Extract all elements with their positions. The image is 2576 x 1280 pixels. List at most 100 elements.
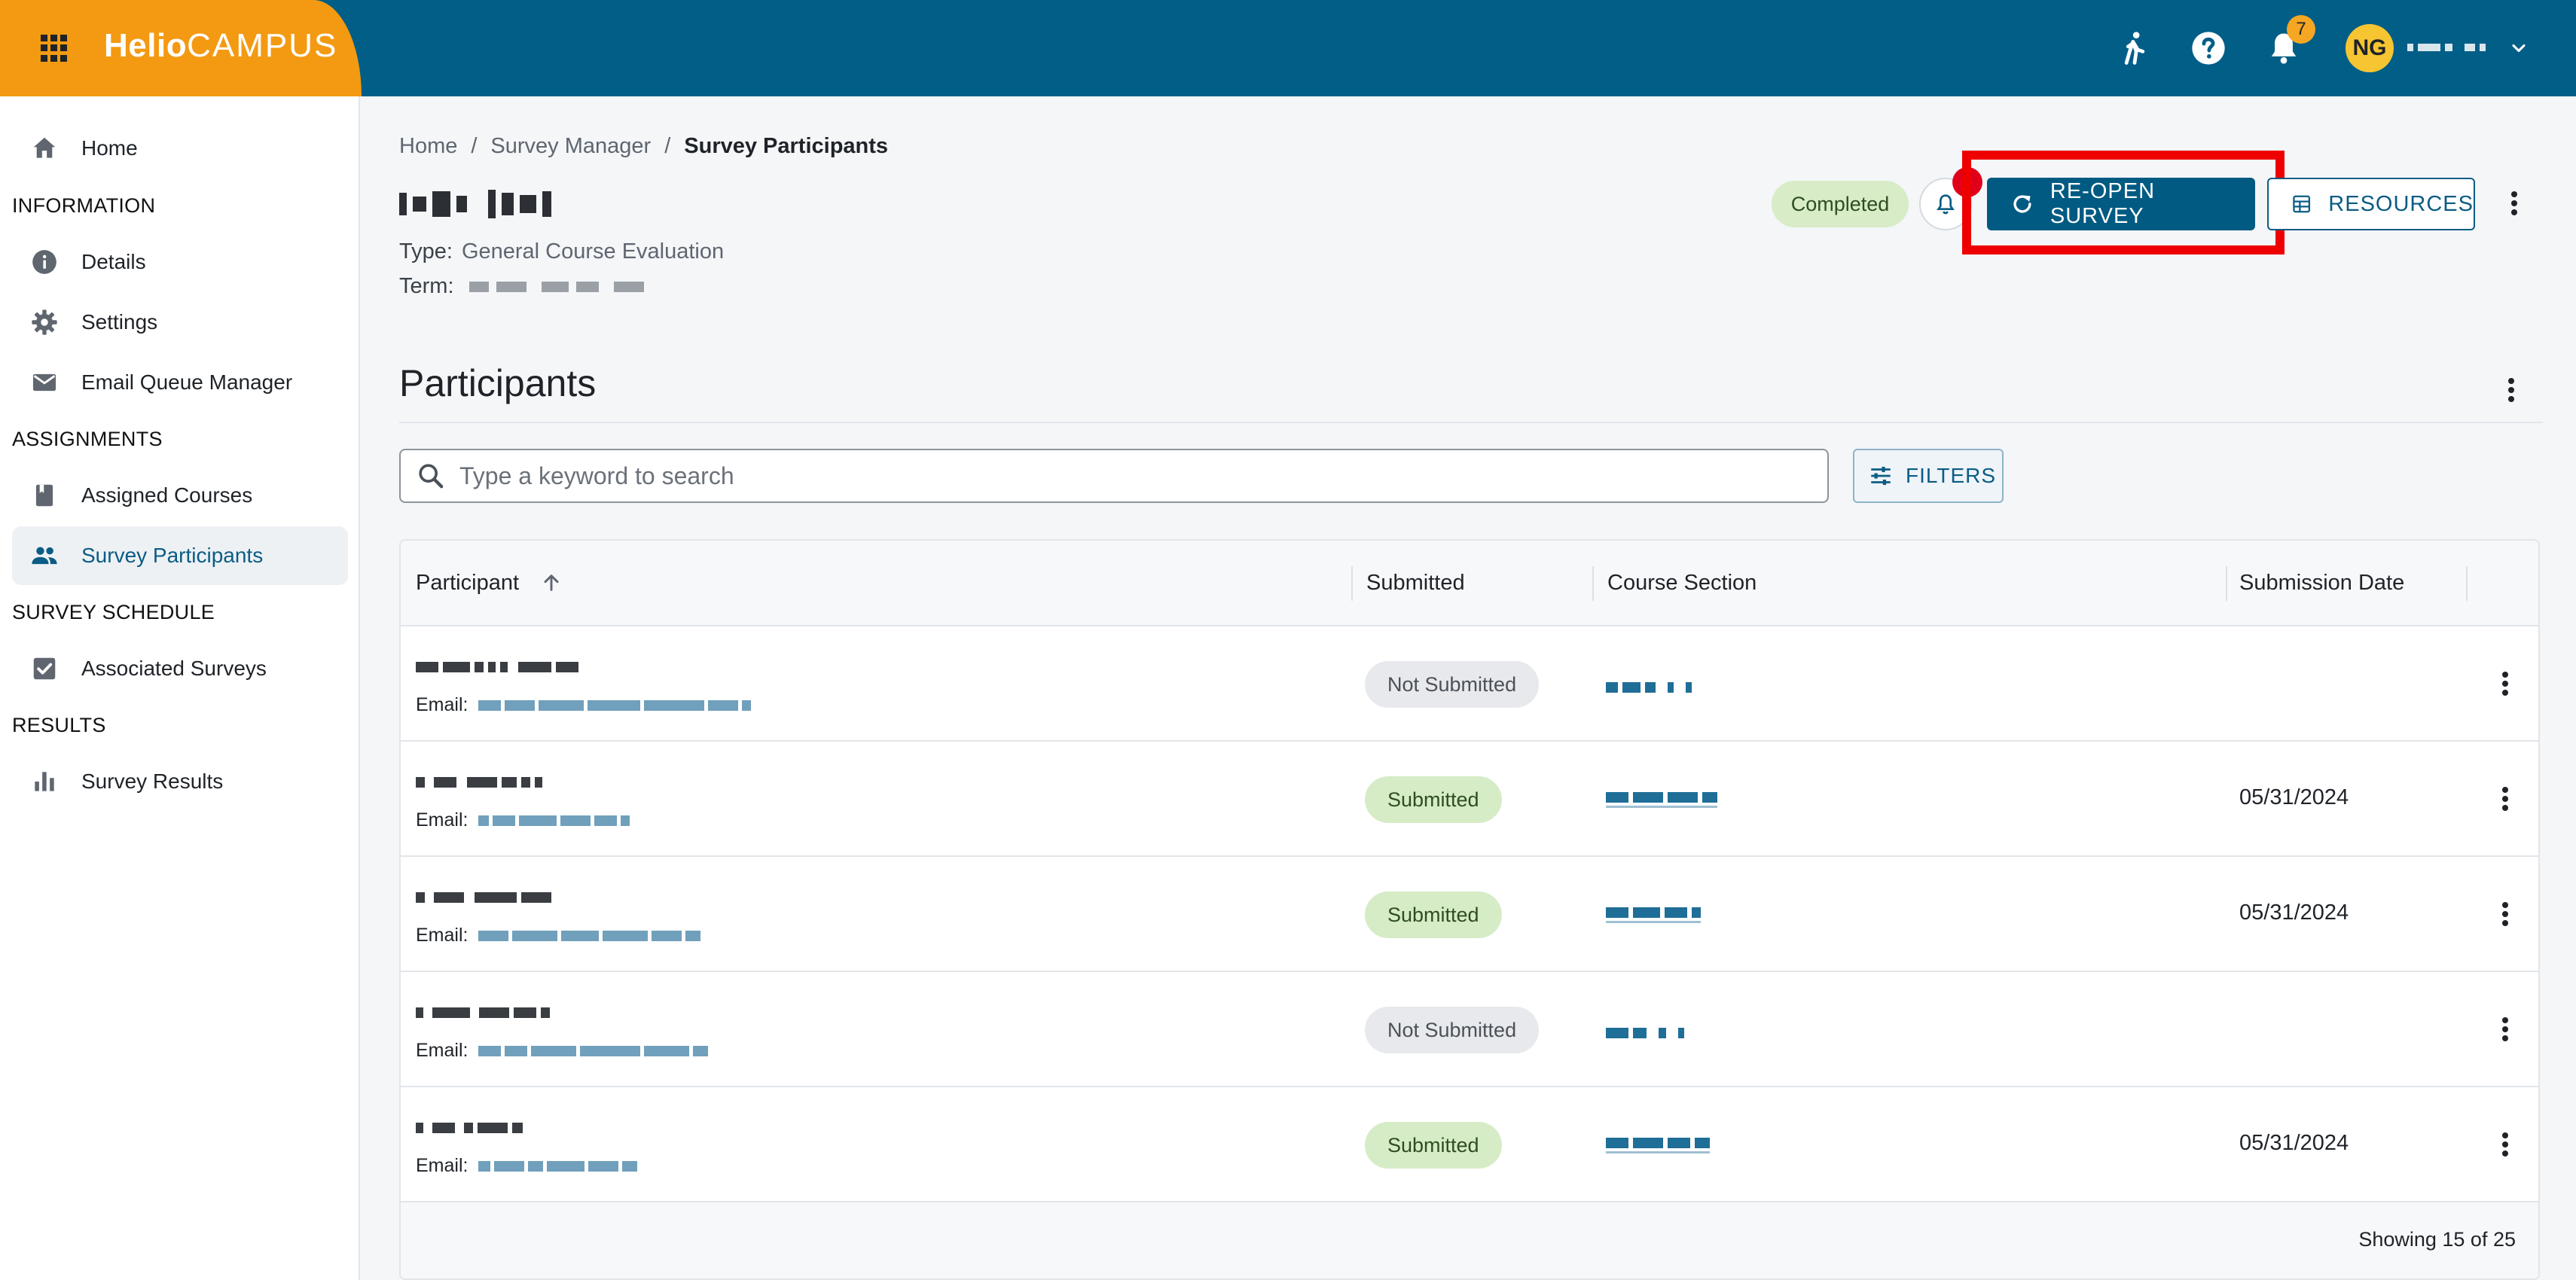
resources-button[interactable]: RESOURCES xyxy=(2267,178,2475,230)
sidebar-item-email-queue-manager[interactable]: Email Queue Manager xyxy=(12,353,348,412)
participant-name xyxy=(416,888,551,907)
refresh-icon xyxy=(2013,195,2031,213)
course-section-link[interactable] xyxy=(1606,788,1717,808)
submission-date: 05/31/2024 xyxy=(2239,1131,2349,1155)
brand-area: HelioCAMPUS xyxy=(0,0,362,96)
survey-term-label: Term: xyxy=(399,274,454,298)
walking-person-icon[interactable] xyxy=(2115,29,2154,68)
reopen-survey-button[interactable]: RE-OPEN SURVEY xyxy=(1987,178,2255,230)
survey-term-value xyxy=(469,282,644,293)
sidebar-item-survey-participants[interactable]: Survey Participants xyxy=(12,526,348,585)
people-icon xyxy=(32,547,57,565)
home-icon xyxy=(33,137,56,158)
apps-grid-icon[interactable] xyxy=(41,35,68,62)
chevron-down-icon[interactable] xyxy=(2508,38,2529,59)
participant-name xyxy=(416,773,542,791)
column-header-course-section[interactable]: Course Section xyxy=(1607,571,1757,596)
participant-email: Email: xyxy=(416,925,701,946)
sidebar-item-assigned-courses[interactable]: Assigned Courses xyxy=(12,466,348,525)
sidebar-item-home[interactable]: Home xyxy=(12,119,348,178)
survey-type-label: Type: xyxy=(399,239,453,264)
sidebar-item-label: Associated Surveys xyxy=(81,657,267,680)
row-more-options-kebab-icon[interactable] xyxy=(2490,899,2520,929)
submission-status-badge: Not Submitted xyxy=(1365,661,1540,708)
breadcrumb-home[interactable]: Home xyxy=(399,134,457,159)
email-label: Email: xyxy=(416,809,469,830)
sidebar-item-label: Survey Results xyxy=(81,770,224,793)
brand-name-bold: Helio xyxy=(104,27,188,64)
course-section-link[interactable] xyxy=(1606,1134,1710,1154)
brand-logo[interactable]: HelioCAMPUS xyxy=(104,27,337,65)
participants-title: Participants xyxy=(399,362,597,404)
row-more-options-kebab-icon[interactable] xyxy=(2490,1014,2520,1044)
email-value[interactable] xyxy=(478,930,701,941)
arrow-up-icon[interactable] xyxy=(539,571,563,595)
column-separator[interactable] xyxy=(1351,566,1353,601)
table-row: Email: Not Submitted xyxy=(401,972,2538,1087)
resources-icon xyxy=(2293,195,2311,213)
column-header-submission-date[interactable]: Submission Date xyxy=(2239,571,2404,596)
top-bar: HelioCAMPUS 7 NG xyxy=(0,0,2576,96)
breadcrumb-current: Survey Participants xyxy=(684,134,889,158)
course-section-link[interactable] xyxy=(1606,904,1701,923)
email-value[interactable] xyxy=(478,1160,638,1172)
gear-icon xyxy=(32,309,57,335)
help-circle-icon[interactable] xyxy=(2189,29,2228,68)
avatar[interactable]: NG xyxy=(2346,24,2394,72)
email-label: Email: xyxy=(416,694,469,715)
course-section-link[interactable] xyxy=(1606,1019,1684,1038)
email-value[interactable] xyxy=(478,699,752,711)
filters-label: FILTERS xyxy=(1906,464,1997,487)
participants-table: Participant Submitted Course Section Sub… xyxy=(399,539,2540,1280)
search-input[interactable] xyxy=(459,462,1800,490)
sidebar-item-survey-results[interactable]: Survey Results xyxy=(12,752,348,811)
filters-button[interactable]: FILTERS xyxy=(1853,449,2004,503)
breadcrumb-survey-manager[interactable]: Survey Manager xyxy=(490,134,651,159)
row-more-options-kebab-icon[interactable] xyxy=(2490,1129,2520,1160)
submission-status-badge: Submitted xyxy=(1365,1122,1502,1169)
column-header-participant[interactable]: Participant xyxy=(416,571,519,596)
breadcrumb: Home / Survey Manager / Survey Participa… xyxy=(399,134,888,159)
email-value[interactable] xyxy=(478,1045,709,1056)
submission-status-badge: Submitted xyxy=(1365,776,1502,823)
email-value[interactable] xyxy=(478,815,630,826)
user-name[interactable] xyxy=(2407,39,2501,56)
column-header-submitted[interactable]: Submitted xyxy=(1366,571,1465,596)
sidebar-item-label: Settings xyxy=(81,310,158,334)
table-row: Email: Submitted 05/31/2024 xyxy=(401,1087,2538,1202)
email-label: Email: xyxy=(416,1040,469,1061)
sliders-icon xyxy=(1871,466,1891,486)
info-icon xyxy=(32,250,56,274)
course-section-link[interactable] xyxy=(1606,673,1692,693)
email-label: Email: xyxy=(416,925,469,946)
survey-term: Term: xyxy=(399,274,644,299)
sidebar-section-assignments: ASSIGNMENTS xyxy=(12,428,163,450)
participant-email: Email: xyxy=(416,694,752,716)
participant-email: Email: xyxy=(416,809,630,831)
sidebar-item-details[interactable]: Details xyxy=(12,233,348,291)
breadcrumb-separator: / xyxy=(471,134,478,158)
section-divider xyxy=(399,422,2543,423)
search-icon xyxy=(419,464,444,489)
submission-status-badge: Submitted xyxy=(1365,891,1502,938)
search-box[interactable] xyxy=(399,449,1829,503)
row-more-options-kebab-icon[interactable] xyxy=(2490,784,2520,814)
sidebar-item-associated-surveys[interactable]: Associated Surveys xyxy=(12,639,348,698)
column-separator[interactable] xyxy=(2226,566,2227,601)
column-separator[interactable] xyxy=(1592,566,1594,601)
table-row: Email: Not Submitted xyxy=(401,626,2538,742)
participant-name xyxy=(416,658,578,676)
submission-date: 05/31/2024 xyxy=(2239,785,2349,809)
sidebar-item-label: Survey Participants xyxy=(81,544,264,567)
sidebar-item-settings[interactable]: Settings xyxy=(12,293,348,352)
checkbox-icon xyxy=(33,657,56,680)
column-separator[interactable] xyxy=(2466,566,2468,601)
sidebar-section-results: RESULTS xyxy=(12,714,106,736)
participants-more-options-kebab-icon[interactable] xyxy=(2496,375,2526,405)
row-more-options-kebab-icon[interactable] xyxy=(2490,669,2520,699)
page-more-options-kebab-icon[interactable] xyxy=(2499,188,2529,218)
sidebar-item-label: Assigned Courses xyxy=(81,483,253,507)
participant-email: Email: xyxy=(416,1155,638,1177)
table-row: Email: Submitted 05/31/2024 xyxy=(401,857,2538,972)
survey-title xyxy=(399,185,603,223)
